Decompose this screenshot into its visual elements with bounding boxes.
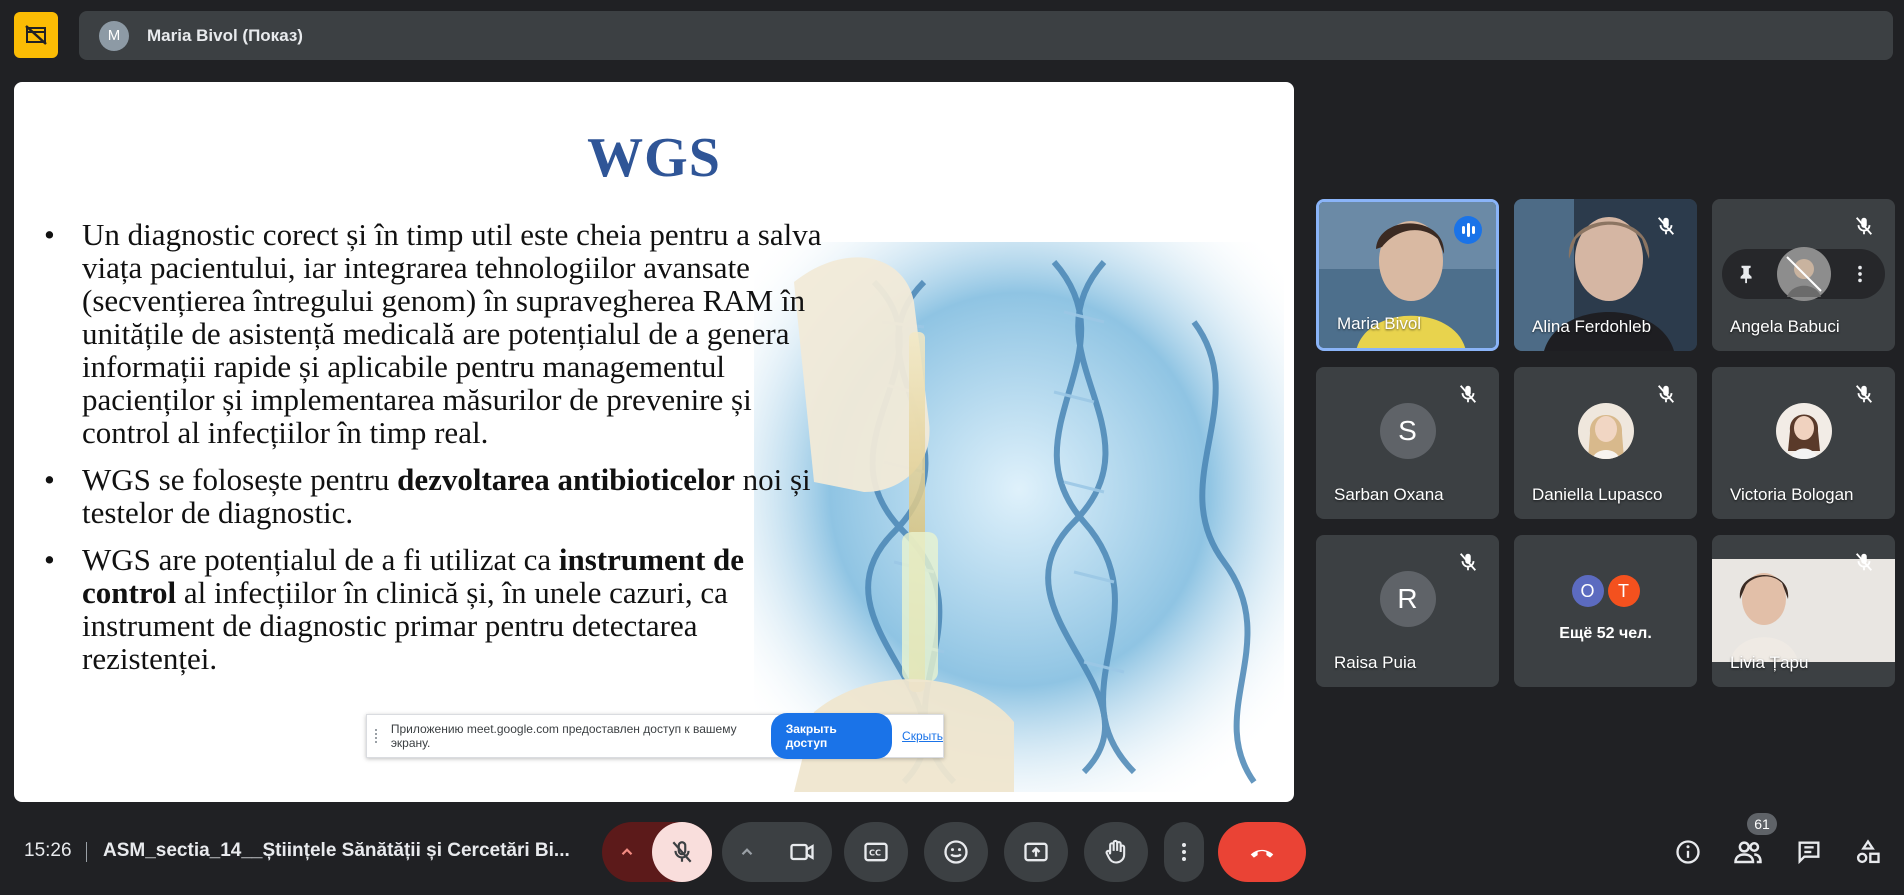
more-participants-avatars: O T	[1571, 575, 1640, 608]
mic-off-icon	[1657, 217, 1675, 235]
slide-title: WGS	[587, 127, 721, 189]
drag-handle[interactable]	[375, 729, 381, 743]
more-participants-tile[interactable]: O T Ещё 52 чел.	[1514, 535, 1697, 687]
mic-off-icon	[672, 841, 692, 863]
more-vert-icon	[1182, 843, 1186, 861]
participant-name: Maria Bivol	[1337, 314, 1422, 333]
avatar: S	[1379, 402, 1436, 459]
participant-name: Angela Babuci	[1730, 317, 1840, 336]
participant-tile[interactable]: R Raisa Puia	[1316, 535, 1499, 687]
participant-name: Raisa Puia	[1334, 653, 1417, 672]
participant-name: Victoria Bologan	[1730, 485, 1854, 504]
participant-tile[interactable]: S Sarban Oxana	[1316, 367, 1499, 519]
camera-off-indicator[interactable]	[14, 12, 58, 58]
mic-off-icon	[1855, 217, 1873, 235]
shared-screen: WGS • Un diagnostic corect și în timp ut…	[14, 82, 1294, 802]
share-notice-text: Приложению meet.google.com предоставлен …	[390, 722, 737, 750]
avatar: T	[1607, 575, 1640, 608]
captions-button[interactable]: CC	[844, 822, 908, 882]
present-icon	[1024, 842, 1048, 862]
participant-count-badge: 61	[1747, 813, 1777, 835]
present-button[interactable]	[1004, 822, 1068, 882]
people-button[interactable]	[1732, 836, 1764, 868]
chat-button[interactable]	[1793, 836, 1825, 868]
participant-tile[interactable]: Daniella Lupasco	[1514, 367, 1697, 519]
mic-off-icon	[1657, 385, 1675, 403]
dna-test-tube-image	[754, 242, 1284, 792]
people-icon	[1734, 841, 1762, 864]
participant-name: Daniella Lupasco	[1532, 485, 1663, 504]
participant-name: Livia Țapu	[1730, 653, 1809, 672]
participant-name: Alina Ferdohleb	[1532, 317, 1652, 336]
chevron-up-icon	[741, 848, 753, 856]
participant-video	[1712, 559, 1895, 662]
speaking-icon	[1454, 216, 1482, 244]
participant-tile[interactable]: Angela Babuci	[1712, 199, 1895, 351]
svg-text:CC: CC	[869, 848, 881, 858]
tile-hover-controls	[1722, 247, 1885, 301]
mic-off-icon	[1459, 385, 1477, 403]
participant-name: Sarban Oxana	[1334, 485, 1444, 504]
raise-hand-icon	[1105, 839, 1126, 864]
bullet-2: WGS se folosește pentru dezvoltarea anti…	[44, 463, 824, 529]
avatar: R	[1379, 570, 1436, 627]
meeting-details-button[interactable]	[1672, 836, 1704, 868]
stop-sharing-button[interactable]: Закрыть доступ	[770, 713, 893, 759]
participant-tile[interactable]: Victoria Bologan	[1712, 367, 1895, 519]
divider	[86, 842, 87, 862]
presenter-avatar: M	[99, 20, 129, 51]
raise-hand-button[interactable]	[1084, 822, 1148, 882]
pin-icon[interactable]	[1736, 263, 1758, 285]
participant-tile[interactable]: Maria Bivol	[1316, 199, 1499, 351]
emoji-icon	[944, 840, 968, 864]
mic-off-icon	[1855, 385, 1873, 403]
leave-call-button[interactable]	[1218, 822, 1306, 882]
reactions-button[interactable]	[924, 822, 988, 882]
call-end-icon	[1250, 849, 1274, 858]
more-vert-icon[interactable]	[1849, 263, 1871, 285]
more-participants-label: Ещё 52 чел.	[1559, 625, 1652, 642]
camera-control-group	[722, 822, 832, 882]
bullet-3: WGS are potențialul de a fi utilizat ca …	[44, 543, 824, 675]
captions-icon: CC	[864, 842, 888, 862]
mic-off-icon	[1855, 553, 1873, 571]
activities-icon	[1856, 839, 1880, 864]
participant-avatar	[1776, 247, 1831, 301]
participant-tile[interactable]: Livia Țapu	[1712, 535, 1895, 687]
more-options-button[interactable]	[1164, 822, 1204, 882]
audio-options-button[interactable]	[602, 822, 652, 882]
mic-control-group	[602, 822, 712, 882]
avatar	[1577, 402, 1634, 459]
chat-icon	[1798, 841, 1820, 865]
meeting-title: ASM_sectia_14__Științele Sănătății și Ce…	[103, 840, 570, 861]
camera-off-icon	[25, 25, 47, 45]
clock: 15:26	[24, 840, 72, 861]
screen-share-notice: Приложению meet.google.com предоставлен …	[366, 713, 944, 759]
hide-notice-link[interactable]: Скрыть	[902, 729, 943, 743]
bullet-1: Un diagnostic corect și în timp util est…	[44, 218, 824, 449]
slide-bullets: Un diagnostic corect și în timp util est…	[44, 218, 824, 689]
chevron-up-icon	[621, 848, 633, 856]
video-options-button[interactable]	[722, 822, 772, 882]
avatar	[1775, 402, 1832, 459]
video-icon	[790, 843, 814, 861]
camera-toggle-button[interactable]	[772, 822, 832, 882]
activities-button[interactable]	[1852, 836, 1884, 868]
presenter-bar: M Maria Bivol (Показ)	[79, 11, 1893, 60]
participant-tile[interactable]: Alina Ferdohleb	[1514, 199, 1697, 351]
presenter-label: Maria Bivol (Показ)	[147, 25, 303, 45]
info-icon	[1676, 840, 1700, 864]
avatar: O	[1571, 575, 1604, 608]
mic-toggle-button[interactable]	[652, 822, 712, 882]
mic-off-icon	[1459, 553, 1477, 571]
